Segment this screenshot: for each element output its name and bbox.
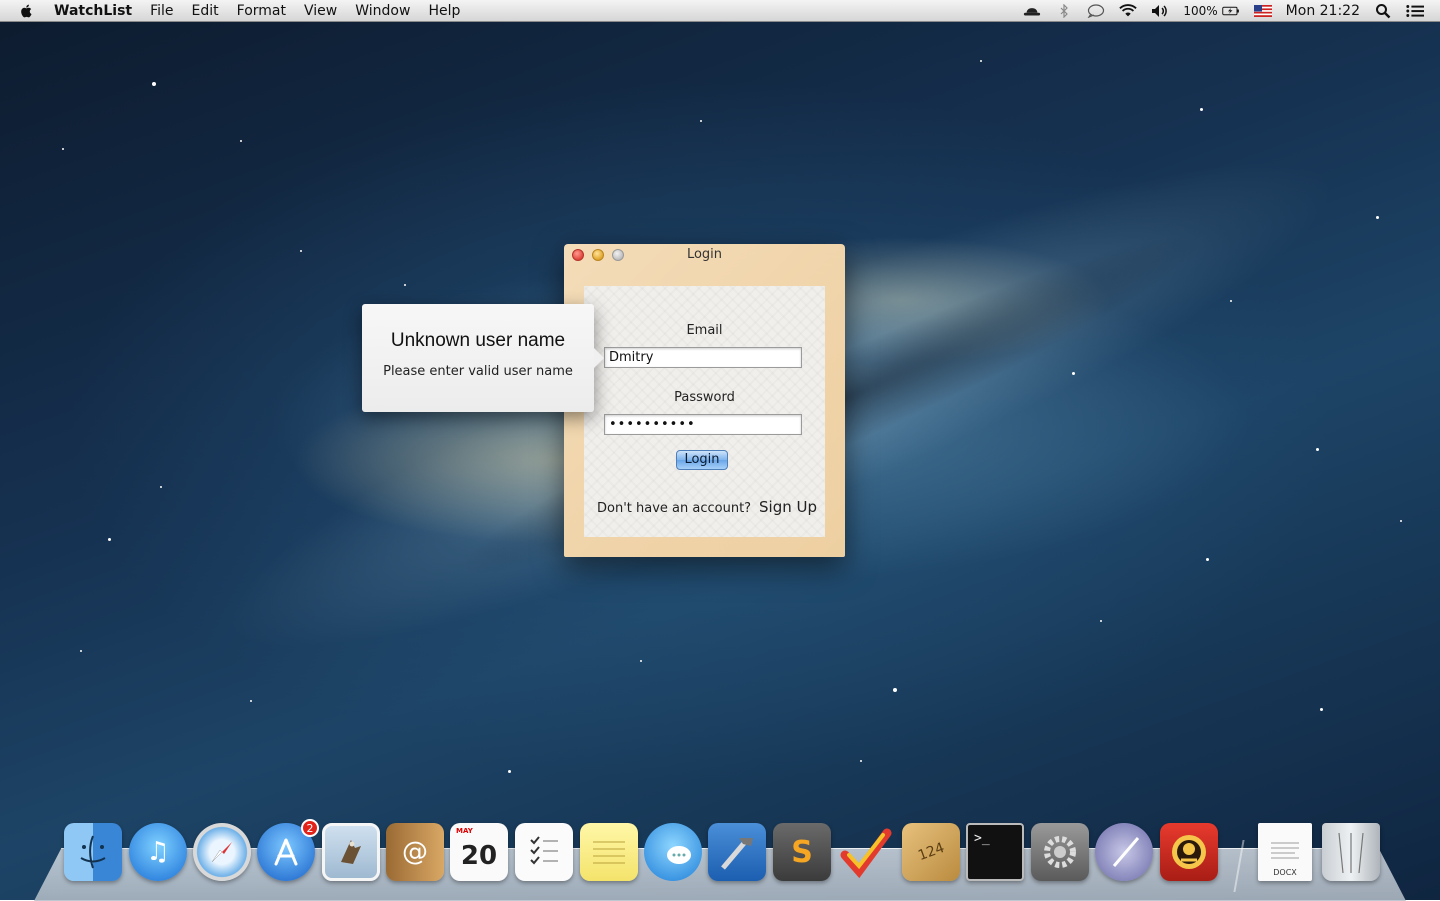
menu-bar: WatchList File Edit Format View Window H… bbox=[0, 0, 1440, 22]
menu-file[interactable]: File bbox=[150, 3, 173, 19]
app-store-icon[interactable]: 2 bbox=[257, 819, 319, 881]
calendar-day: 20 bbox=[460, 841, 498, 871]
reminders-icon[interactable] bbox=[515, 823, 573, 881]
menu-edit[interactable]: Edit bbox=[192, 3, 219, 19]
address-book-icon[interactable]: @ bbox=[386, 823, 444, 881]
messages-icon[interactable] bbox=[644, 823, 702, 881]
validation-popover: Unknown user name Please enter valid use… bbox=[362, 304, 604, 412]
system-preferences-icon[interactable] bbox=[1031, 823, 1089, 881]
terminal-icon[interactable]: >_ bbox=[966, 823, 1024, 881]
apple-menu-icon[interactable] bbox=[18, 3, 36, 19]
mail-icon[interactable] bbox=[322, 823, 380, 881]
package-icon[interactable]: 124 bbox=[902, 823, 960, 881]
package-count: 124 bbox=[915, 839, 947, 865]
us-flag-icon[interactable] bbox=[1253, 4, 1272, 18]
login-button[interactable]: Login bbox=[676, 450, 728, 470]
no-account-text: Don't have an account? bbox=[597, 501, 752, 516]
menu-format[interactable]: Format bbox=[237, 3, 286, 19]
clock[interactable]: Mon 21:22 bbox=[1286, 3, 1360, 19]
notification-center-icon[interactable] bbox=[1406, 4, 1424, 18]
calendar-month: MAY bbox=[456, 827, 473, 835]
email-field[interactable]: Dmitry bbox=[604, 347, 802, 368]
wunderlist-icon[interactable] bbox=[837, 823, 895, 881]
popover-message: Please enter valid user name bbox=[383, 364, 573, 379]
calendar-icon[interactable]: MAY 20 bbox=[450, 823, 508, 881]
menu-window[interactable]: Window bbox=[355, 3, 410, 19]
script-editor-icon[interactable] bbox=[1095, 823, 1153, 881]
window-title: Login bbox=[686, 247, 723, 262]
hat-icon[interactable] bbox=[1023, 4, 1041, 18]
notes-icon[interactable] bbox=[580, 823, 638, 881]
docx-file-icon[interactable]: DOCX bbox=[1258, 823, 1312, 881]
menu-help[interactable]: Help bbox=[428, 3, 460, 19]
password-field[interactable]: •••••••••• bbox=[604, 414, 802, 435]
itunes-icon[interactable]: ♫ bbox=[129, 823, 187, 881]
volume-icon[interactable] bbox=[1151, 4, 1169, 18]
safari-icon[interactable] bbox=[193, 823, 251, 881]
app-store-badge: 2 bbox=[301, 819, 319, 837]
status-menus: 100% Mon 21:22 bbox=[1023, 0, 1424, 22]
trash-icon[interactable] bbox=[1322, 823, 1380, 881]
menu-view[interactable]: View bbox=[304, 3, 337, 19]
wifi-icon[interactable] bbox=[1119, 4, 1138, 18]
login-form: Email Dmitry Password •••••••••• Login D… bbox=[584, 286, 825, 537]
finder-icon[interactable] bbox=[64, 823, 122, 881]
sublime-text-icon[interactable]: S bbox=[773, 823, 831, 881]
sign-up-link[interactable]: Sign Up bbox=[759, 498, 817, 516]
battery-icon[interactable] bbox=[1221, 4, 1240, 18]
screenflick-icon[interactable] bbox=[1160, 823, 1218, 881]
spotlight-search-icon[interactable] bbox=[1374, 4, 1392, 19]
docx-label: DOCX bbox=[1273, 868, 1297, 877]
login-window: Login Email Dmitry Password •••••••••• L… bbox=[564, 244, 845, 557]
messages-status-icon[interactable] bbox=[1087, 4, 1105, 18]
password-label: Password bbox=[674, 390, 735, 405]
battery-percent[interactable]: 100% bbox=[1183, 4, 1217, 18]
email-label: Email bbox=[686, 323, 723, 338]
bluetooth-icon[interactable] bbox=[1055, 4, 1073, 18]
xcode-icon[interactable] bbox=[708, 823, 766, 881]
popover-title: Unknown user name bbox=[390, 330, 566, 351]
menu-app-name[interactable]: WatchList bbox=[54, 3, 132, 19]
